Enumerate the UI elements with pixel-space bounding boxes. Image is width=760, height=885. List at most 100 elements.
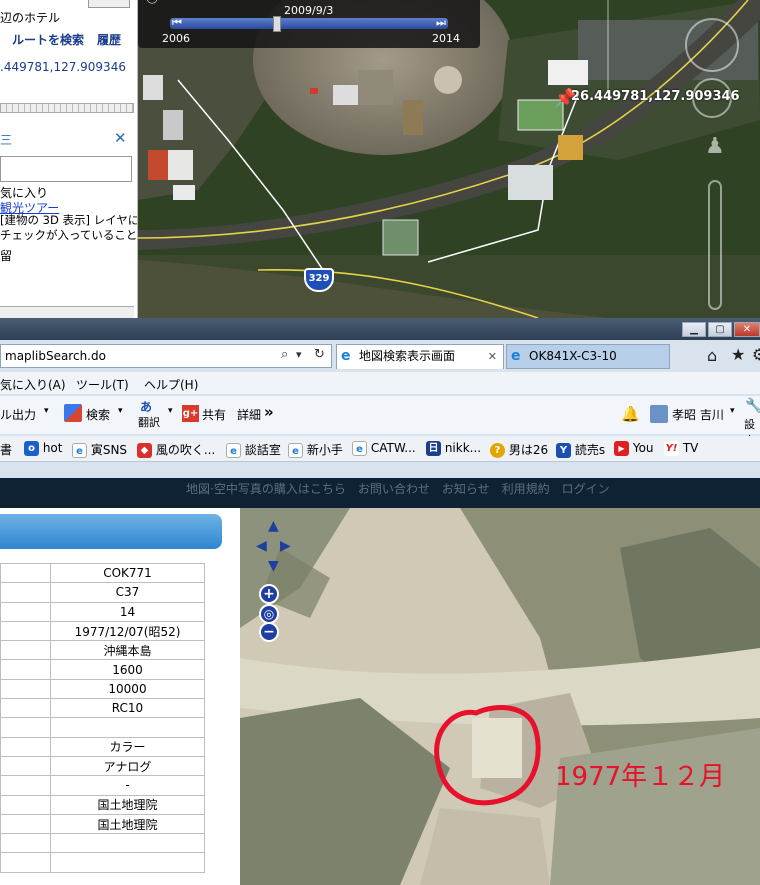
pan-left-icon[interactable]: ◀ — [256, 538, 267, 554]
translate-dropdown-icon[interactable]: ▾ — [168, 406, 173, 416]
table-row: 10000 — [0, 678, 205, 700]
history-link[interactable]: 履歴 — [97, 31, 121, 48]
time-slider-thumb[interactable] — [273, 16, 281, 32]
street-view-pegman-icon[interactable]: ♟ — [705, 134, 725, 159]
translate-button[interactable]: 翻訳 — [138, 414, 160, 430]
ge-scroll-grip[interactable] — [0, 103, 134, 113]
pan-up-icon[interactable]: ▲ — [268, 518, 279, 534]
table-row — [0, 852, 205, 873]
fav-label: TV — [682, 441, 699, 455]
time-slider-start: 2006 — [162, 32, 190, 45]
aerial-photo — [240, 508, 760, 885]
zoom-in-button[interactable]: + — [259, 584, 279, 604]
fav-label: 新小手 — [306, 443, 343, 457]
time-slider-track[interactable] — [170, 18, 448, 29]
close-window-button[interactable]: ✕ — [734, 322, 760, 337]
maximize-button[interactable]: ▢ — [708, 322, 732, 337]
ge-search-field[interactable] — [0, 156, 132, 182]
zoom-out-button[interactable]: − — [259, 622, 279, 642]
fav-item[interactable]: Y! TV — [664, 441, 698, 456]
wrench-icon[interactable]: 🔧 — [745, 398, 760, 414]
ge-sidebar-bottom-bar — [0, 306, 134, 318]
table-row: 14 — [0, 601, 205, 622]
aerial-photo-viewer[interactable]: 1977年１２月 ▲ ◀ ▶ ▼ + ◎ − — [240, 508, 760, 885]
table-cell-value: C37 — [50, 582, 205, 603]
look-joystick[interactable] — [685, 18, 739, 72]
fav-item[interactable]: ◆ 風の吹く... — [137, 441, 215, 458]
fav-item[interactable]: ▶ You — [614, 441, 654, 456]
ge-sidebar-title: 辺のホテル — [0, 11, 61, 25]
zoom-slider[interactable] — [708, 180, 722, 310]
fav-label: 風の吹く... — [155, 443, 216, 457]
table-cell-value: 国土地理院 — [50, 794, 205, 815]
fav-item[interactable]: 書 — [0, 441, 12, 458]
tools-gear-icon[interactable]: ⚙ — [752, 345, 760, 364]
tab-ok841x[interactable]: e OK841X-C3-10 — [506, 344, 670, 369]
ge-small-button[interactable] — [88, 0, 130, 8]
step-back-icon[interactable]: ⏮ — [172, 16, 182, 30]
photo-info-table: COK771 C37 14 1977/12/07(昭52) 沖縄本島 1600 10000 R… — [0, 562, 205, 873]
pan-down-icon[interactable]: ▼ — [268, 558, 279, 574]
route-search-link[interactable]: ルートを検索 — [12, 31, 84, 48]
more-button[interactable]: » — [264, 403, 274, 421]
fav-item[interactable]: Y 読売s — [556, 441, 605, 458]
share-button[interactable]: 共有 — [202, 406, 226, 423]
table-cell-value — [50, 852, 205, 873]
fav-item[interactable]: ? 男は26 — [490, 441, 548, 458]
detail-button[interactable]: 詳細 — [237, 406, 261, 423]
fav-item[interactable]: e CATW... — [352, 441, 416, 456]
fav-item[interactable]: e 談話室 — [226, 441, 281, 458]
fav-item[interactable]: e 寅SNS — [72, 441, 127, 458]
menu-help[interactable]: ヘルプ(H) — [144, 376, 198, 393]
user-dropdown-icon[interactable]: ▾ — [730, 406, 735, 416]
table-cell-value: - — [50, 775, 205, 796]
table-cell-label — [0, 852, 51, 873]
search-button[interactable]: 検索 — [86, 406, 110, 423]
command-bar: ル出力 ▾ 検索 ▾ あ 翻訳 ▾ g+ 共有 詳細 » 🔔 孝昭 吉川 ▾ 🔧… — [0, 396, 760, 447]
ie-icon: e — [352, 441, 367, 456]
smiley-icon: ? — [490, 443, 505, 458]
ie-icon: e — [288, 443, 303, 458]
dropdown-icon[interactable]: ▾ — [296, 348, 302, 361]
bell-icon[interactable]: 🔔 — [621, 405, 640, 423]
table-cell-value: RC10 — [50, 698, 205, 719]
tab-map-search[interactable]: e 地図検索表示画面 ✕ — [336, 344, 504, 369]
output-dropdown-icon[interactable]: ▾ — [44, 406, 49, 416]
menu-favorites[interactable]: 気に入り(A) — [0, 376, 66, 393]
search-icon[interactable]: ⌕ — [281, 347, 288, 362]
search-dropdown-icon[interactable]: ▾ — [118, 406, 123, 416]
site-nav-links[interactable]: 地図·空中写真の購入はこちら お問い合わせ お知らせ 利用規約 ログイン — [186, 480, 610, 497]
table-cell-label — [0, 717, 51, 738]
favorites-star-icon[interactable]: ★ — [731, 345, 745, 364]
close-tab-icon[interactable]: ✕ — [488, 345, 497, 368]
fav-item[interactable]: 日 nikk... — [426, 441, 481, 456]
ie-icon: e — [341, 348, 351, 364]
address-bar[interactable]: maplibSearch.do ⌕ ▾ ↻ — [0, 344, 332, 368]
fav-item[interactable]: e 新小手 — [288, 441, 343, 458]
table-row: 国土地理院 — [0, 794, 205, 815]
step-forward-icon[interactable]: ⏭ — [436, 16, 446, 30]
home-icon[interactable]: ⌂ — [707, 346, 717, 365]
note-line-2: チェックが入っていることを — [0, 228, 138, 242]
close-icon[interactable]: ✕ — [114, 129, 127, 147]
flame-icon: ◆ — [137, 443, 152, 458]
user-name[interactable]: 孝昭 吉川 — [672, 406, 724, 423]
fav-label: 談話室 — [244, 443, 281, 457]
fav-item[interactable]: o hot — [24, 441, 62, 456]
photo-annotation: 1977年１２月 — [555, 762, 726, 792]
address-text: maplibSearch.do — [5, 349, 106, 363]
output-button[interactable]: ル出力 — [0, 406, 36, 423]
pan-control[interactable]: ▲ ◀ ▶ ▼ — [256, 518, 294, 578]
pan-right-icon[interactable]: ▶ — [280, 538, 291, 554]
minimize-button[interactable]: ▁ — [682, 322, 706, 337]
refresh-icon[interactable]: ↻ — [314, 347, 325, 362]
avatar[interactable] — [650, 405, 668, 423]
google-earth-map[interactable]: ◷ 2009/9/3 ⏮ ⏭ 2006 2014 ♟ 📌 26.449781,1… — [138, 0, 760, 318]
table-cell-value — [50, 833, 205, 854]
fav-label: nikk... — [444, 441, 482, 455]
table-cell-label — [0, 833, 51, 854]
menu-tools[interactable]: ツール(T) — [76, 376, 129, 393]
yomiuri-icon: Y — [556, 443, 571, 458]
globe-icon[interactable]: ◎ — [259, 604, 279, 624]
table-cell-value: COK771 — [50, 562, 205, 584]
